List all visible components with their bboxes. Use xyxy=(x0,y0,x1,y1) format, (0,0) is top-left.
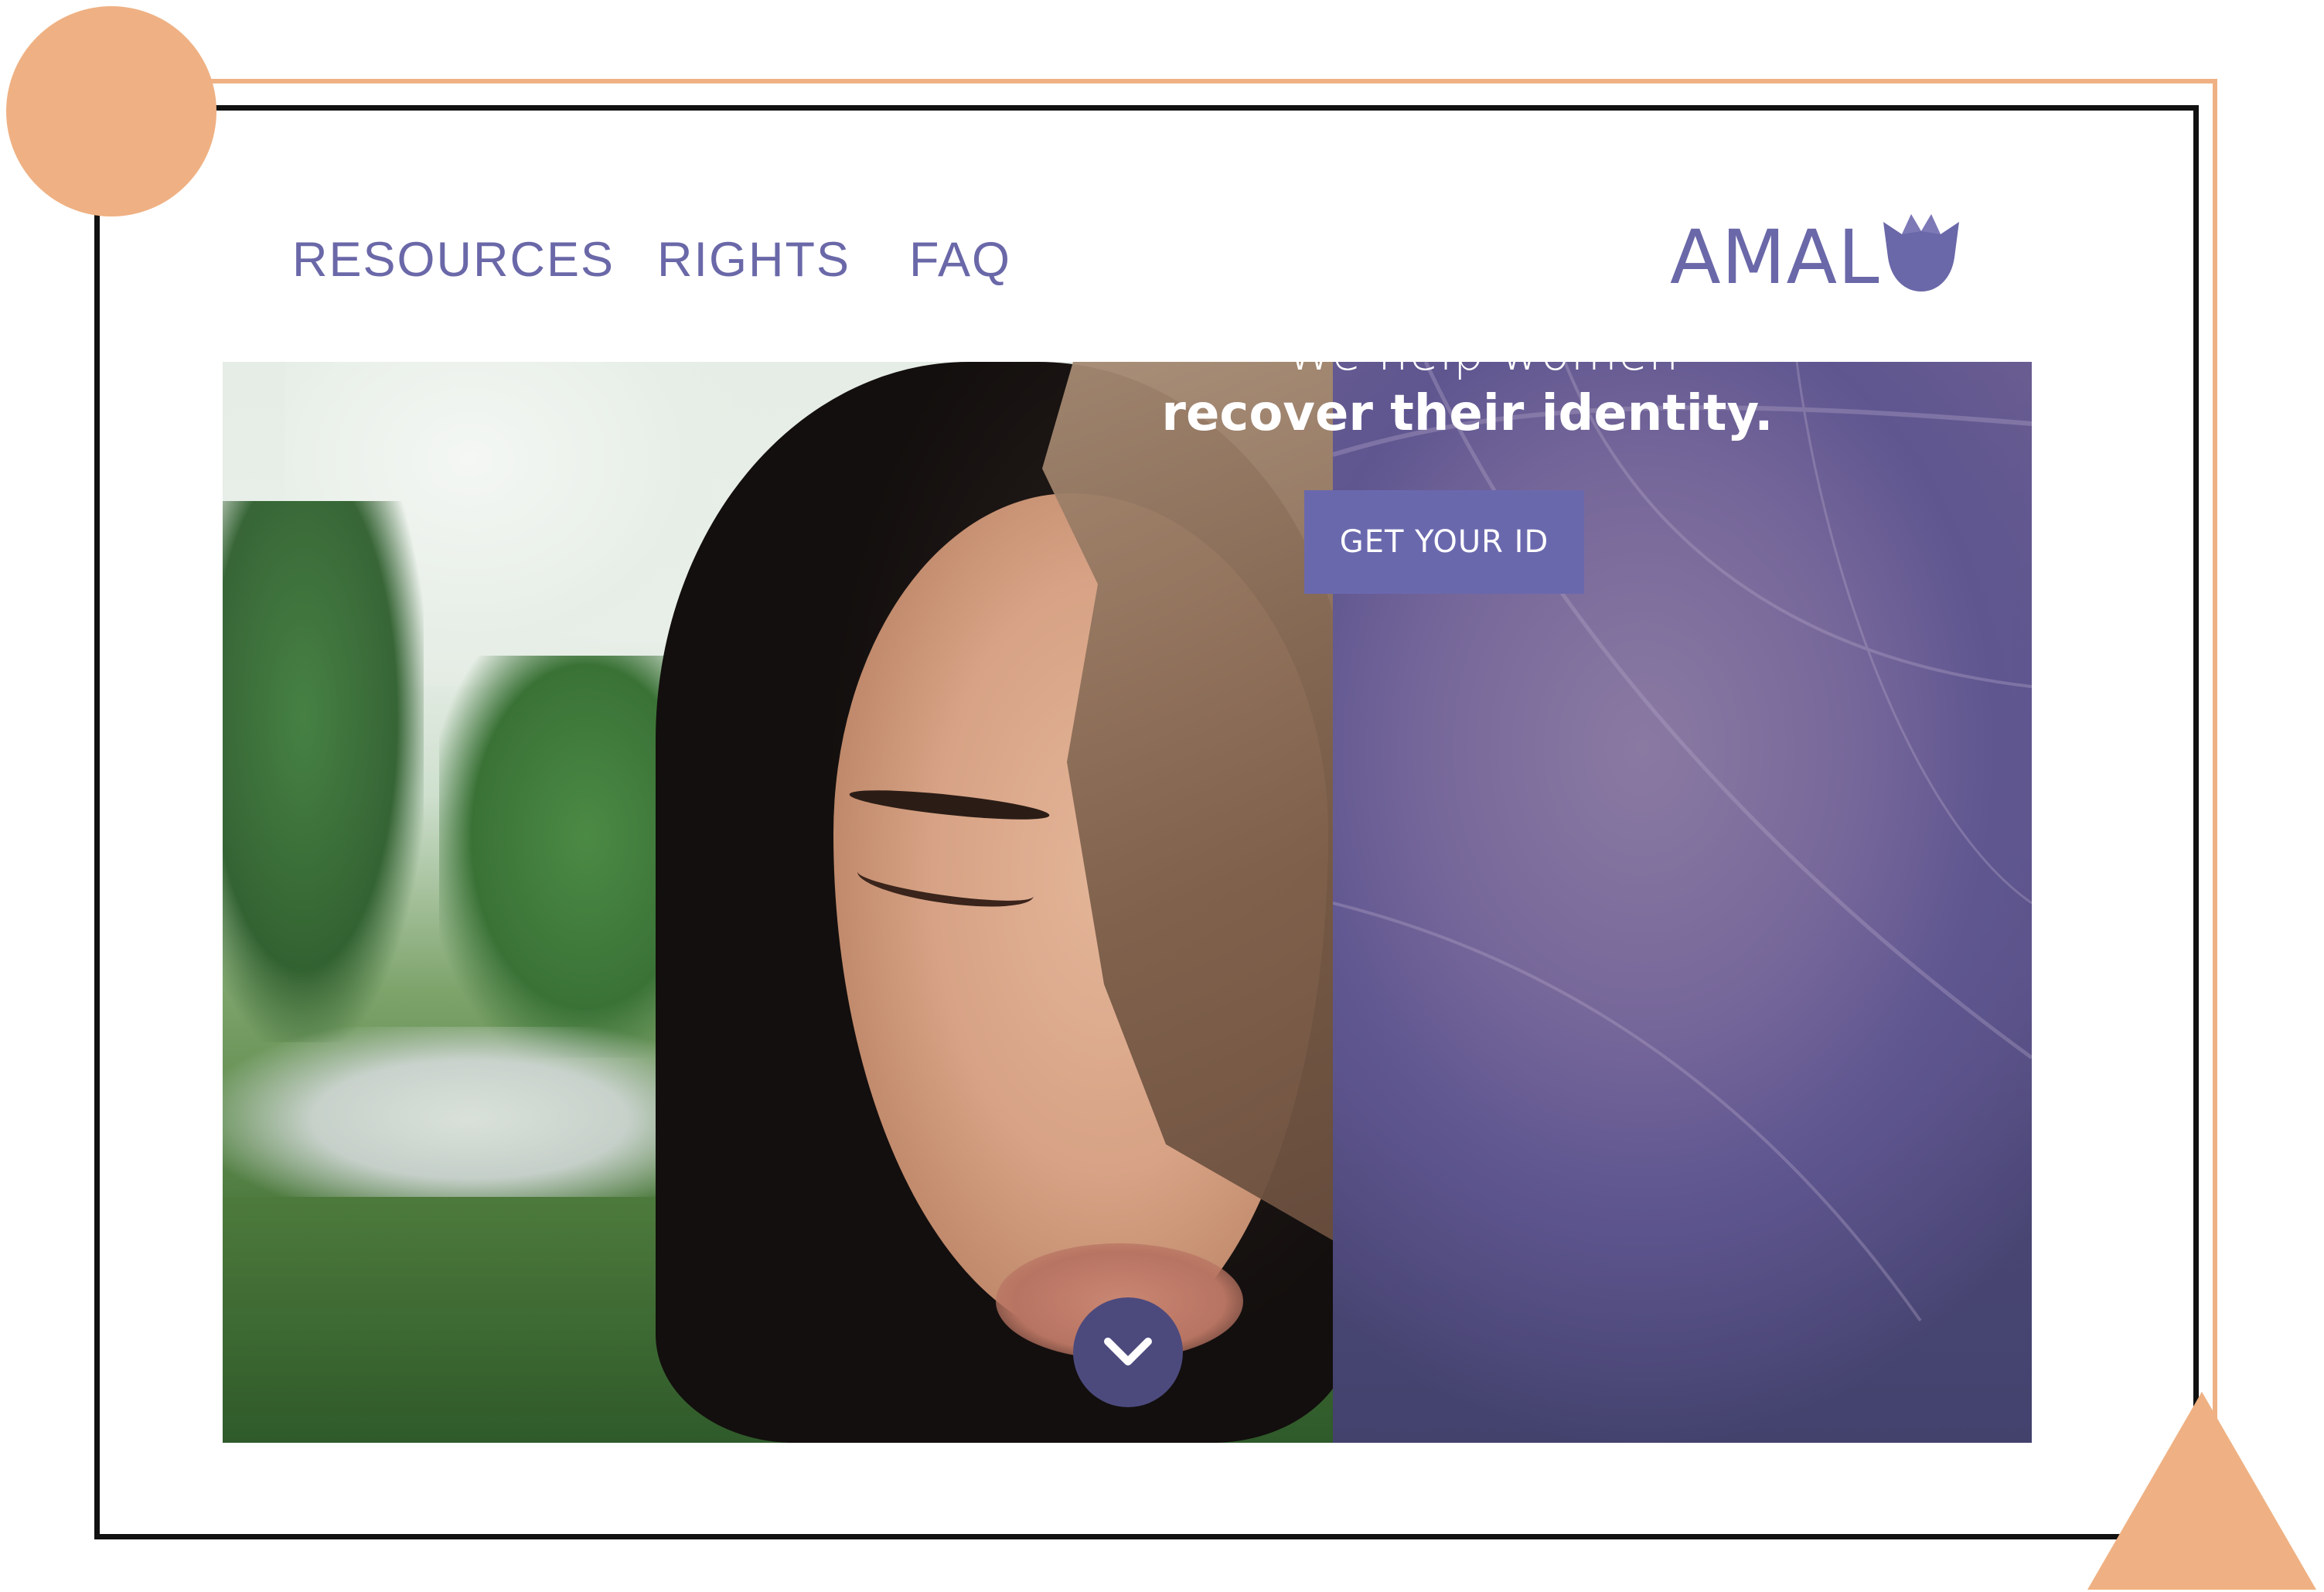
nav-item-faq[interactable]: FAQ xyxy=(909,232,1011,288)
get-your-id-button[interactable]: GET YOUR ID xyxy=(1304,489,1584,594)
logo[interactable]: AMAL xyxy=(1670,207,1967,308)
nav-item-resources[interactable]: RESOURCES xyxy=(292,232,615,288)
chevron-down-icon xyxy=(1104,1338,1152,1365)
hero-tagline-line1: We help women xyxy=(1286,325,1680,381)
nav-item-rights[interactable]: RIGHTS xyxy=(657,232,850,288)
logo-text: AMAL xyxy=(1670,214,1880,301)
decorative-triangle xyxy=(2087,1392,2316,1590)
hero-copy: We help women recover their identity. GE… xyxy=(1110,325,1809,594)
hero-tagline-line2: recover their identity. xyxy=(1161,385,1774,443)
decorative-circle xyxy=(6,6,216,216)
tulip-icon xyxy=(1883,214,1959,291)
scroll-down-button[interactable] xyxy=(1073,1297,1183,1407)
